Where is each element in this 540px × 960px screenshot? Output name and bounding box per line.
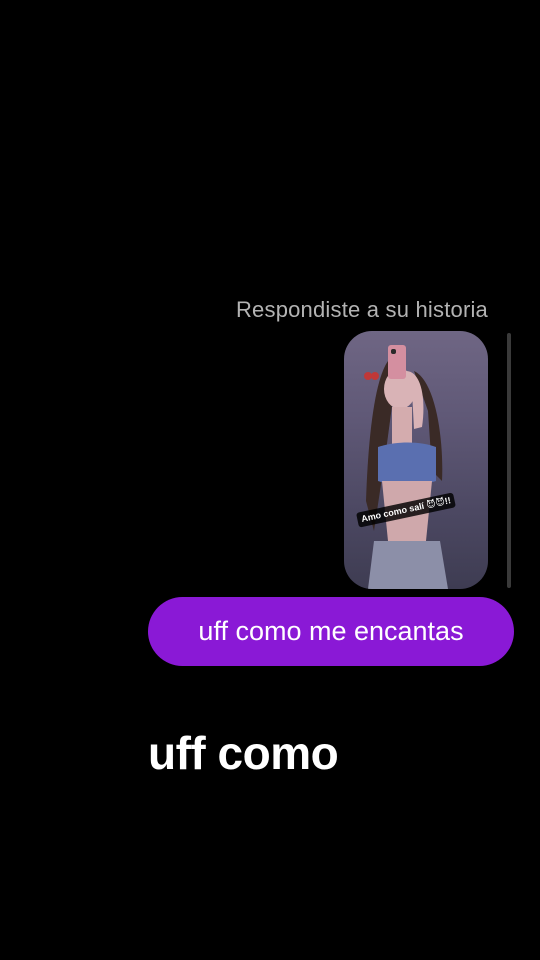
story-thumbnail[interactable]: Amo como salí 😈😈!! <box>344 331 488 589</box>
story-photo <box>364 345 448 589</box>
story-reply-label: Respondiste a su historia <box>235 297 488 322</box>
sent-message-bubble[interactable]: uff como me encantas <box>148 597 514 666</box>
story-caption-emoji: 😈😈!! <box>425 495 452 511</box>
message-text: uff como me encantas <box>198 616 464 646</box>
video-overlay-caption: uff como <box>148 727 339 779</box>
story-reply-indicator-bar <box>507 333 511 588</box>
